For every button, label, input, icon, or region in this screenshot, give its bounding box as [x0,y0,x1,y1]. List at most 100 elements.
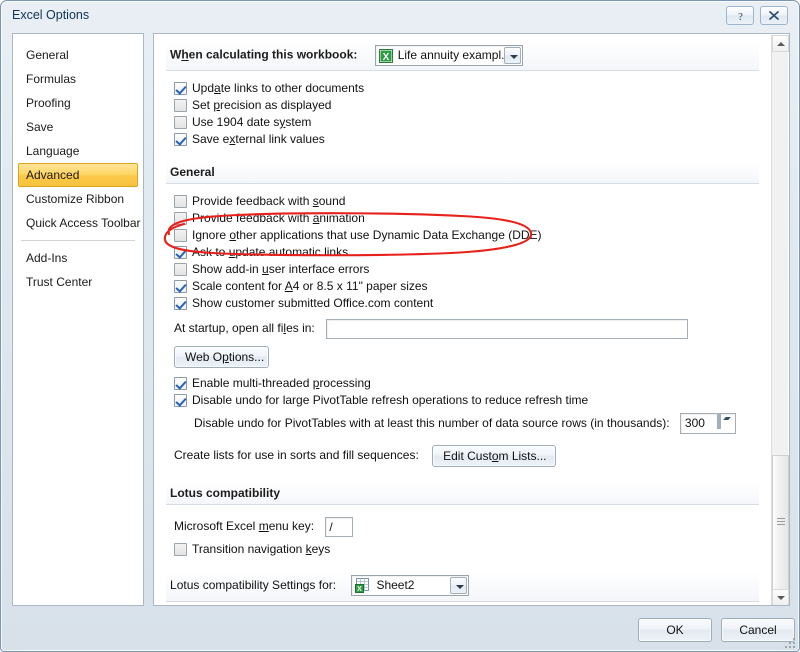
sidebar-item-label: General [26,48,69,62]
startup-label-pre: At startup, open all fi [174,321,284,335]
checkbox-scale-content-a4[interactable]: Scale content for A4 or 8.5 x 11" paper … [154,278,771,295]
section-header-calculating: When calculating this workbook: X Life a… [166,42,759,71]
checkbox-indicator[interactable] [174,246,187,259]
sidebar-item-language[interactable]: Language [18,139,138,163]
checkbox-indicator[interactable] [174,377,187,390]
sidebar-item-label: Save [26,120,54,134]
options-navigation-sidebar: General Formulas Proofing Save Language … [12,33,144,606]
cb-pre: Provide feedback with [192,211,313,225]
workbook-combo-value: Life annuity exampl... [397,48,512,62]
checkbox-indicator[interactable] [174,82,187,95]
resize-grip-icon[interactable] [783,636,795,648]
scroll-down-button[interactable] [772,589,789,605]
checkbox-ask-update-automatic-links[interactable]: Ask to update automatic links [154,244,771,261]
sidebar-item-advanced[interactable]: Advanced [18,163,138,187]
sidebar-item-customize-ribbon[interactable]: Customize Ribbon [18,187,138,211]
settingsfor-label-post: otus compatibility Settings for: [176,578,337,592]
ok-button[interactable]: OK [638,618,712,642]
checkbox-indicator[interactable] [174,229,187,242]
cb-post: ound [318,194,346,208]
cb-pre: Set [192,98,214,112]
sidebar-item-save[interactable]: Save [18,115,138,139]
lotus-sheet-combo[interactable]: X Sheet2 [351,575,470,597]
edit-custom-lists-button[interactable]: Edit Custom Lists... [432,445,557,467]
checkbox-indicator[interactable] [174,297,187,310]
scroll-up-button[interactable] [772,35,789,52]
startup-folder-input[interactable] [326,318,689,339]
cb-pre: Show add-in [192,262,263,276]
workbook-combo[interactable]: X Life annuity exampl... [374,45,523,66]
spinner-buttons[interactable] [716,413,734,433]
sidebar-item-label: Proofing [26,96,71,110]
sidebar-item-trust-center[interactable]: Trust Center [18,270,138,294]
close-button[interactable] [760,6,788,25]
settingsfor-label-pre: L [170,578,177,592]
cb-post: rocessing [319,376,371,390]
custom-lists-label: Create lists for use in sorts and fill s… [174,448,419,463]
checkbox-show-office-com-content[interactable]: Show customer submitted Office.com conte… [154,295,771,312]
checkbox-indicator[interactable] [174,116,187,129]
cb-post: nimation [319,211,365,225]
cb-post: te links to other documents [220,81,365,95]
checkbox-transition-navigation-keys[interactable]: Transition navigation keys [154,541,771,558]
checkbox-set-precision[interactable]: Set precision as displayed [154,97,771,114]
btn-accel: o [491,449,499,463]
cb-accel: A [284,279,293,293]
checkbox-feedback-animation[interactable]: Provide feedback with animation [154,210,771,227]
checkbox-disable-undo-pivottable[interactable]: Disable undo for large PivotTable refres… [154,392,771,409]
cb-pre: Save e [192,132,230,146]
checkbox-update-links[interactable]: Update links to other documents [154,80,771,97]
worksheet-icon: X [355,578,370,594]
menukey-label-post: enu key: [268,519,315,533]
sidebar-item-add-ins[interactable]: Add-Ins [18,246,138,270]
checkbox-indicator[interactable] [174,195,187,208]
window-title: Excel Options [12,8,90,22]
lotus-settings-for-label: Lotus compatibility Settings for: [170,578,336,592]
sidebar-item-proofing[interactable]: Proofing [18,91,138,115]
sidebar-item-quick-access-toolbar[interactable]: Quick Access Toolbar [18,211,141,235]
spinner-down-icon[interactable] [718,414,721,430]
cb-pre: Ignore [192,228,230,242]
checkbox-show-addin-errors[interactable]: Show add-in user interface errors [154,261,771,278]
sidebar-item-general[interactable]: General [18,43,138,67]
custom-lists-row: Create lists for use in sorts and fill s… [154,445,771,471]
checkbox-1904-date-system[interactable]: Use 1904 date system [154,114,771,131]
checkbox-indicator[interactable] [174,394,187,407]
chevron-down-icon[interactable] [503,47,521,64]
chevron-down-icon[interactable] [450,577,468,595]
cb-pre: Scale content for [192,279,285,293]
checkbox-feedback-sound[interactable]: Provide feedback with sound [154,193,771,210]
excel-menu-key-input[interactable]: / [325,516,354,537]
cb-pre: Disable undo for large PivotTable refres… [192,393,589,407]
btn-post: tions... [228,350,265,364]
web-options-row: Web Options... [154,346,771,372]
pivot-rows-spinner[interactable]: 300 [679,413,736,435]
checkbox-indicator[interactable] [174,263,187,276]
checkbox-indicator[interactable] [174,212,187,225]
excel-menu-key-label: Microsoft Excel menu key: [174,519,314,533]
sidebar-item-label: Add-Ins [26,251,68,265]
checkbox-indicator[interactable] [174,99,187,112]
checkbox-indicator[interactable] [174,280,187,293]
cb-post: ser interface errors [268,262,370,276]
checkbox-indicator[interactable] [174,133,187,146]
checkbox-indicator[interactable] [174,543,187,556]
web-options-button[interactable]: Web Options... [174,346,269,368]
sidebar-item-formulas[interactable]: Formulas [18,67,138,91]
sidebar-item-label: Advanced [26,168,80,182]
cb-pre: Transition navigation [192,542,306,556]
svg-text:?: ? [738,11,743,22]
checkbox-save-external-link-values[interactable]: Save external link values [154,131,771,148]
checkbox-multithreaded-processing[interactable]: Enable multi-threaded processing [154,375,771,392]
checkbox-ignore-dde[interactable]: Ignore other applications that use Dynam… [154,227,771,244]
excel-menu-key-row: Microsoft Excel menu key: / [154,516,771,538]
cb-post: ternal link values [235,132,325,146]
options-content-panel: When calculating this workbook: X Life a… [153,33,790,606]
content-scrollbar[interactable] [771,35,789,605]
excel-options-dialog: Excel Options ? General Formulas Proofin… [0,0,800,652]
scrollbar-thumb[interactable] [772,455,789,590]
question-mark-icon: ? [738,11,743,22]
svg-text:X: X [382,52,389,63]
help-button[interactable]: ? [726,6,754,25]
calc-label-pre: W [170,47,182,62]
